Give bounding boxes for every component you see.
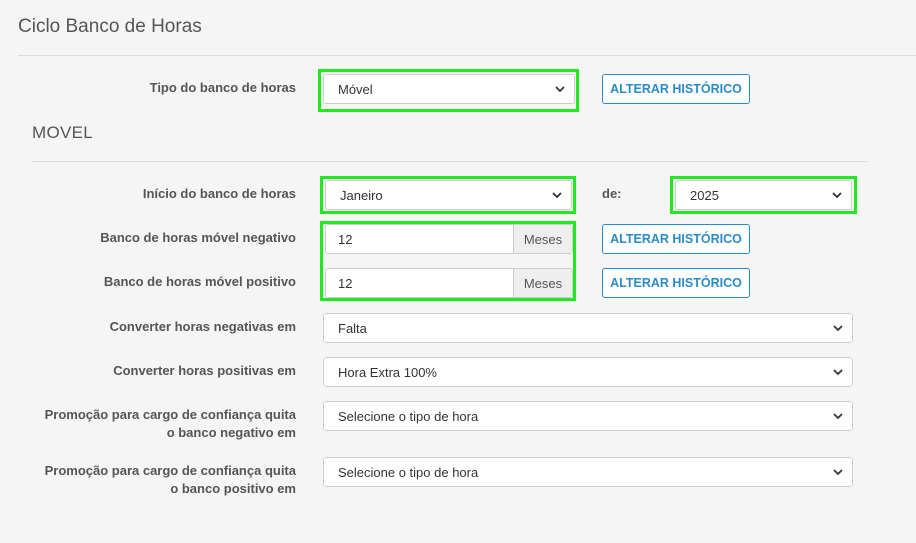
promocao-negativo-label: Promoção para cargo de confiança quita o… — [26, 406, 296, 442]
promocao-positivo-select[interactable]: Selecione o tipo de hora — [323, 457, 853, 487]
promocao-positivo-label-line1: Promoção para cargo de confiança quita — [44, 463, 296, 478]
promocao-negativo-value: Selecione o tipo de hora — [338, 408, 479, 424]
chevron-down-icon — [832, 190, 842, 200]
negativo-months-input[interactable]: 12 — [326, 225, 513, 253]
alterar-historico-positivo-button[interactable]: ALTERAR HISTÓRICO — [602, 268, 750, 298]
chevron-down-icon — [555, 84, 565, 94]
converter-negativas-label: Converter horas negativas em — [109, 319, 296, 334]
promocao-negativo-label-line1: Promoção para cargo de confiança quita — [44, 407, 296, 422]
section-title: MOVEL — [32, 123, 94, 142]
chevron-down-icon — [552, 190, 562, 200]
converter-positivas-select[interactable]: Hora Extra 100% — [323, 357, 853, 387]
positivo-label: Banco de horas móvel positivo — [103, 274, 296, 289]
inicio-label: Início do banco de horas — [142, 186, 296, 201]
chevron-down-icon — [833, 367, 843, 377]
alterar-historico-tipo-button[interactable]: ALTERAR HISTÓRICO — [602, 74, 750, 104]
converter-negativas-select[interactable]: Falta — [323, 313, 853, 343]
tipo-select[interactable]: Móvel — [323, 74, 575, 104]
alterar-historico-negativo-button[interactable]: ALTERAR HISTÓRICO — [602, 224, 750, 254]
positivo-months-input[interactable]: 12 — [326, 269, 513, 297]
chevron-down-icon — [833, 411, 843, 421]
positivo-input-group: 12 Meses — [325, 268, 573, 298]
converter-negativas-value: Falta — [338, 320, 367, 336]
positivo-unit-addon: Meses — [513, 269, 572, 297]
inicio-month-select[interactable]: Janeiro — [325, 180, 572, 210]
page-title: Ciclo Banco de Horas — [18, 16, 202, 37]
converter-positivas-value: Hora Extra 100% — [338, 364, 437, 380]
tipo-select-value: Móvel — [338, 81, 373, 97]
negativo-label: Banco de horas móvel negativo — [100, 230, 296, 245]
converter-positivas-label: Converter horas positivas em — [113, 363, 296, 378]
promocao-positivo-value: Selecione o tipo de hora — [338, 464, 479, 480]
negativo-unit-addon: Meses — [513, 225, 572, 253]
negativo-input-group: 12 Meses — [325, 224, 573, 254]
inicio-month-value: Janeiro — [340, 187, 383, 203]
chevron-down-icon — [833, 323, 843, 333]
inicio-year-select[interactable]: 2025 — [675, 180, 852, 210]
de-label: de: — [602, 186, 622, 201]
header-divider — [18, 55, 916, 56]
tipo-label: Tipo do banco de horas — [149, 80, 296, 95]
promocao-positivo-label-line2: o banco positivo em — [170, 481, 296, 496]
promocao-positivo-label: Promoção para cargo de confiança quita o… — [26, 462, 296, 498]
chevron-down-icon — [833, 467, 843, 477]
inicio-year-value: 2025 — [690, 187, 719, 203]
promocao-negativo-select[interactable]: Selecione o tipo de hora — [323, 401, 853, 431]
promocao-negativo-label-line2: o banco negativo em — [166, 425, 296, 440]
section-divider — [32, 161, 867, 162]
